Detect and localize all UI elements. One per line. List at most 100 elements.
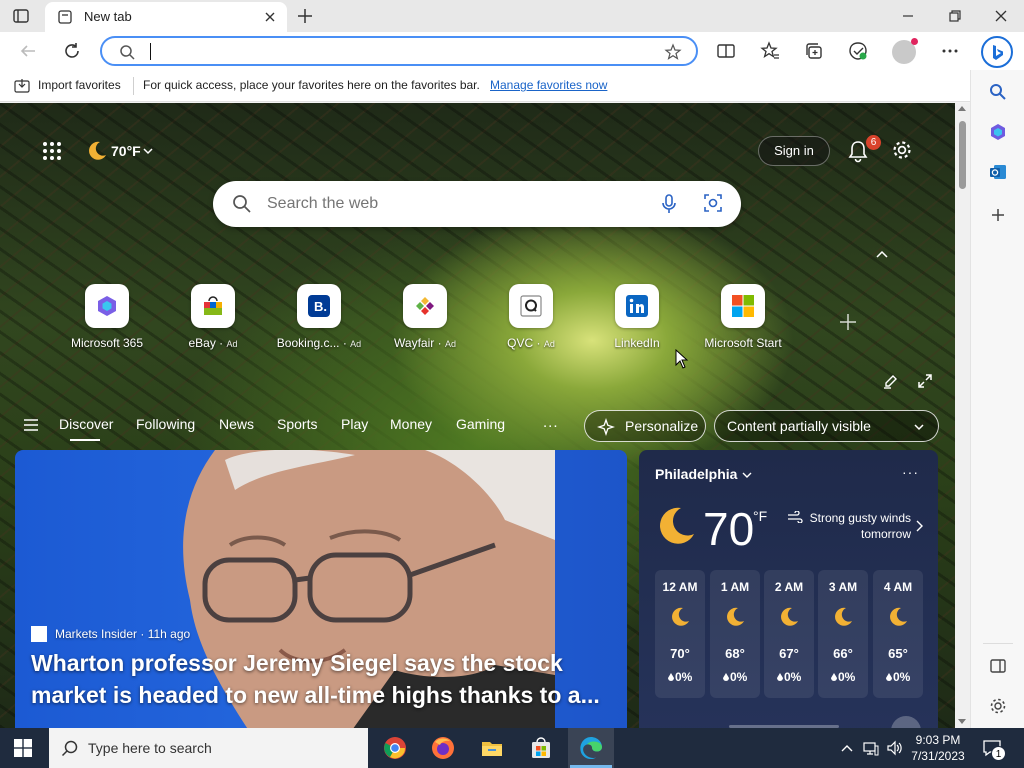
article-source: Markets Insider · 11h ago	[55, 627, 191, 641]
sidebar-settings-icon[interactable]	[988, 696, 1008, 716]
tab-discover[interactable]: Discover	[59, 416, 113, 432]
hourly-forecast[interactable]: 1 AM 68° 0%	[710, 570, 760, 698]
more-tabs-button[interactable]: ...	[543, 414, 559, 431]
markets-insider-logo	[31, 626, 47, 642]
personalize-label: Personalize	[625, 418, 699, 434]
minimize-icon[interactable]	[898, 6, 918, 26]
weather-temp: 70°F	[111, 143, 141, 159]
firefox-icon[interactable]	[431, 736, 455, 760]
quick-link-microsoft-start[interactable]: Microsoft Start	[693, 284, 793, 354]
windows-start-icon[interactable]	[14, 739, 32, 757]
tab-play[interactable]: Play	[341, 416, 368, 432]
scroll-down-arrow[interactable]	[958, 719, 966, 724]
quick-link-microsoft-365[interactable]: Microsoft 365	[57, 284, 157, 354]
collections-icon[interactable]	[803, 40, 825, 62]
hour-precip: 0%	[784, 670, 802, 684]
sign-in-button[interactable]: Sign in	[758, 136, 830, 166]
quick-link-booking[interactable]: B. Booking.c... · Ad	[269, 284, 369, 354]
search-icon	[61, 740, 78, 757]
taskbar-search[interactable]: Type here to search	[49, 728, 368, 768]
web-search-box[interactable]	[213, 181, 741, 227]
temperature-unit[interactable]: °F	[753, 508, 767, 524]
address-input[interactable]	[154, 41, 654, 63]
favorite-star-icon[interactable]	[664, 43, 682, 61]
bing-chat-button[interactable]	[981, 36, 1013, 68]
system-clock[interactable]: 9:03 PM 7/31/2023	[905, 732, 971, 764]
content-visibility-dropdown[interactable]: Content partially visible	[714, 410, 939, 442]
new-tab-icon[interactable]	[296, 7, 314, 25]
add-sidebar-app-icon[interactable]	[988, 205, 1008, 225]
profile-avatar[interactable]	[892, 38, 918, 64]
split-screen-icon[interactable]	[715, 40, 737, 62]
microsoft-store-icon[interactable]	[529, 736, 553, 760]
microphone-icon[interactable]	[659, 193, 679, 215]
expand-icon[interactable]	[917, 373, 933, 389]
hourly-forecast[interactable]: 2 AM 67° 0%	[764, 570, 814, 698]
favorites-icon[interactable]	[759, 40, 781, 62]
hamburger-menu-icon[interactable]	[23, 418, 39, 432]
microsoft-365-icon[interactable]	[988, 122, 1008, 142]
new-tab-page: 70°F Sign in 6 Microsoft 365 eBay · Ad B…	[0, 103, 955, 728]
back-icon[interactable]	[17, 40, 39, 62]
precipitation-icon	[723, 673, 729, 681]
weather-city[interactable]: Philadelphia	[655, 466, 737, 482]
chevron-up-icon[interactable]	[839, 740, 855, 756]
browser-tab[interactable]: New tab	[45, 2, 287, 32]
add-quick-link-icon[interactable]	[838, 312, 858, 332]
quick-link-tile	[721, 284, 765, 328]
weather-more-options[interactable]: ···	[902, 464, 919, 480]
hourly-forecast[interactable]: 3 AM 66° 0%	[818, 570, 868, 698]
tab-following[interactable]: Following	[136, 416, 195, 432]
tab-gaming[interactable]: Gaming	[456, 416, 505, 432]
hourly-forecast[interactable]: 12 AM 70° 0%	[655, 570, 705, 698]
chrome-icon[interactable]	[383, 736, 407, 760]
tab-news[interactable]: News	[219, 416, 254, 432]
quick-link-linkedin[interactable]: LinkedIn	[587, 284, 687, 354]
import-favorites-button[interactable]: Import favorites	[38, 78, 121, 92]
close-tab-icon[interactable]	[263, 10, 277, 24]
volume-icon[interactable]	[886, 740, 902, 756]
weather-card[interactable]: Philadelphia ··· 70 °F Strong gusty wind…	[639, 450, 938, 728]
chevron-down-icon[interactable]	[742, 471, 752, 479]
app-launcher-icon[interactable]	[42, 141, 62, 161]
refresh-icon[interactable]	[61, 40, 83, 62]
moon-icon	[672, 607, 689, 626]
outlook-icon[interactable]	[988, 162, 1008, 182]
quick-link-wayfair[interactable]: Wayfair · Ad	[375, 284, 475, 354]
page-scrollbar[interactable]	[955, 103, 970, 728]
scroll-up-arrow[interactable]	[958, 106, 966, 111]
quick-link-ebay[interactable]: eBay · Ad	[163, 284, 263, 354]
forecast-note[interactable]: Strong gusty winds tomorrow	[777, 510, 911, 542]
network-icon[interactable]	[863, 740, 879, 756]
tab-money[interactable]: Money	[390, 416, 432, 432]
tab-actions-icon[interactable]	[12, 7, 30, 25]
hide-sidebar-icon[interactable]	[988, 656, 1008, 676]
hourly-forecast[interactable]: 4 AM 65° 0%	[873, 570, 923, 698]
personalize-button[interactable]: Personalize	[584, 410, 706, 442]
restore-icon[interactable]	[945, 6, 965, 26]
manage-favorites-link[interactable]: Manage favorites now	[490, 78, 607, 92]
edit-background-icon[interactable]	[883, 373, 899, 389]
hour-time: 12 AM	[662, 580, 698, 594]
edge-icon[interactable]	[579, 736, 603, 760]
chevron-up-icon[interactable]	[875, 249, 889, 259]
hero-news-card[interactable]: Markets Insider · 11h ago Wharton profes…	[15, 450, 627, 728]
more-options-icon[interactable]	[939, 40, 961, 62]
tab-strip: New tab	[0, 0, 1024, 32]
web-search-input[interactable]	[267, 193, 647, 215]
chevron-right-icon[interactable]	[915, 520, 923, 532]
tab-sports[interactable]: Sports	[277, 416, 317, 432]
weather-card-round-button[interactable]	[891, 716, 921, 728]
address-bar[interactable]	[100, 36, 698, 66]
sidebar-divider	[983, 643, 1013, 644]
quick-link-qvc[interactable]: QVC · Ad	[481, 284, 581, 354]
article-headline[interactable]: Wharton professor Jeremy Siegel says the…	[31, 647, 621, 711]
browser-essentials-icon[interactable]	[847, 40, 869, 62]
page-settings-icon[interactable]	[891, 139, 913, 161]
scrollbar-thumb[interactable]	[959, 121, 966, 189]
sidebar-search-icon[interactable]	[988, 82, 1008, 102]
hour-time: 3 AM	[828, 580, 858, 594]
file-explorer-icon[interactable]	[480, 736, 504, 760]
visual-search-icon[interactable]	[703, 193, 723, 213]
close-window-icon[interactable]	[991, 6, 1011, 26]
